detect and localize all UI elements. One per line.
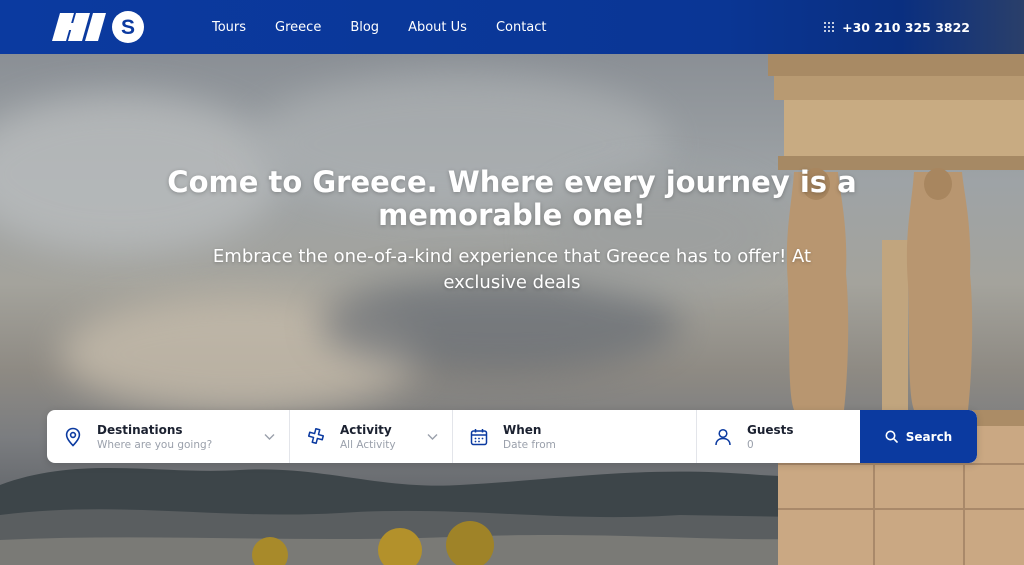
svg-text:S: S	[121, 16, 135, 39]
destinations-label: Destinations	[97, 422, 183, 437]
destinations-placeholder: Where are you going?	[97, 438, 213, 451]
nav-blog[interactable]: Blog	[350, 20, 379, 35]
nav-tours[interactable]: Tours	[212, 20, 246, 35]
map-pin-icon	[65, 427, 81, 447]
guests-value: 0	[747, 438, 754, 451]
when-placeholder: Date from	[503, 438, 556, 451]
guests-field[interactable]: Guests 0	[697, 410, 860, 463]
hero-subline: Embrace the one-of-a-kind experience tha…	[212, 246, 812, 293]
dialpad-icon	[824, 22, 835, 32]
destinations-field[interactable]: Destinations Where are you going?	[47, 410, 290, 463]
nav-about-us[interactable]: About Us	[408, 20, 467, 35]
activity-value: All Activity	[340, 438, 396, 451]
when-label: When	[503, 422, 542, 437]
activity-field[interactable]: Activity All Activity	[290, 410, 453, 463]
hero-headline: Come to Greece. Where every journey is a…	[167, 165, 857, 232]
activity-icon	[307, 427, 325, 444]
user-icon	[715, 428, 731, 445]
chevron-down-icon	[264, 434, 275, 440]
main-nav: Tours Greece Blog About Us Contact	[212, 0, 547, 54]
chevron-down-icon	[427, 434, 438, 440]
his-logo[interactable]: S	[52, 11, 146, 43]
nav-contact[interactable]: Contact	[496, 20, 547, 35]
when-field[interactable]: When Date from	[453, 410, 697, 463]
search-button-label: Search	[905, 429, 953, 444]
calendar-icon	[470, 428, 488, 445]
hero-banner: Come to Greece. Where every journey is a…	[0, 54, 1024, 565]
site-header: S Tours Greece Blog About Us Contact +30…	[0, 0, 1024, 54]
search-icon	[885, 430, 898, 443]
search-button[interactable]: Search	[860, 410, 977, 463]
phone-number: +30 210 325 3822	[842, 19, 970, 35]
activity-label: Activity	[340, 422, 392, 437]
nav-greece[interactable]: Greece	[275, 20, 321, 35]
guests-label: Guests	[747, 422, 794, 437]
erechtheion-caryatids	[768, 54, 1024, 565]
tour-search-form: Destinations Where are you going? Activi…	[47, 410, 977, 463]
phone-link[interactable]: +30 210 325 3822	[824, 0, 970, 54]
